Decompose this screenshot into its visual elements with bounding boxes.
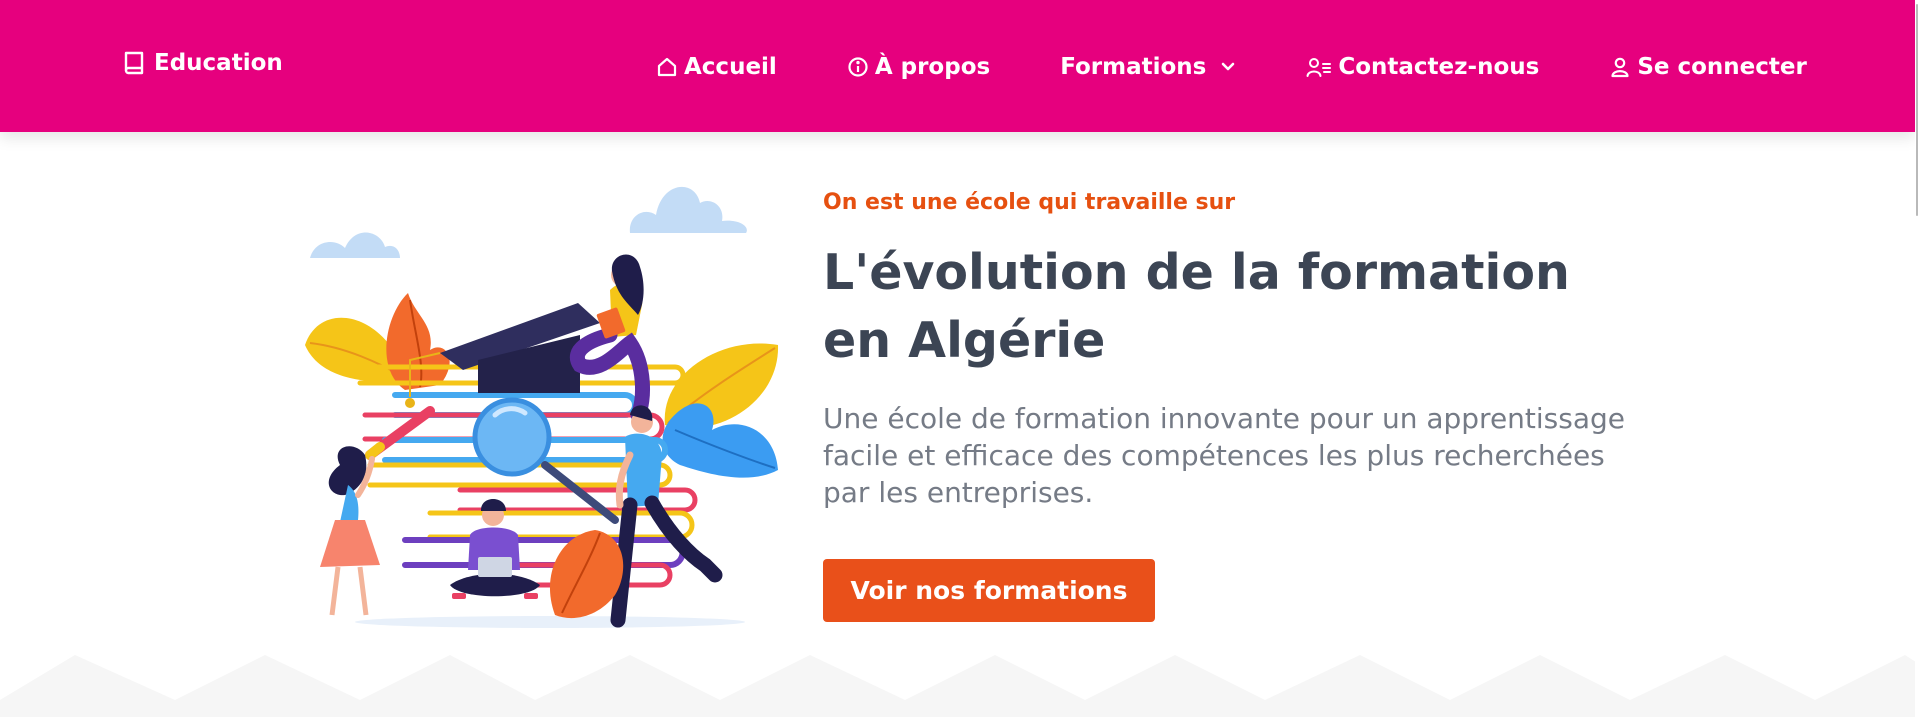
reading-woman-figure bbox=[570, 254, 650, 423]
nav-item-label: Contactez-nous bbox=[1338, 54, 1540, 80]
cloud-icon bbox=[310, 186, 747, 258]
nav-item-contact[interactable]: Contactez-nous bbox=[1306, 54, 1539, 80]
nav-item-label: À propos bbox=[874, 54, 991, 80]
zigzag-divider bbox=[0, 655, 1919, 717]
home-icon bbox=[657, 57, 677, 77]
nav-item-label: Accueil bbox=[684, 54, 777, 80]
scrollbar-thumb[interactable] bbox=[1916, 4, 1918, 216]
nav-item-formations[interactable]: Formations bbox=[1060, 54, 1236, 80]
user-icon bbox=[1611, 57, 1629, 78]
book-icon bbox=[124, 51, 144, 75]
main-nav: Accueil À propos Formations Contactez-no… bbox=[656, 50, 1807, 84]
hero-lead: Une école de formation innovante pour un… bbox=[823, 402, 1626, 509]
contact-list-icon bbox=[1306, 58, 1332, 77]
hero-text: On est une école qui travaille sur L'évo… bbox=[823, 190, 1643, 511]
chevron-down-icon bbox=[1222, 62, 1235, 71]
hero-eyebrow: On est une école qui travaille sur bbox=[823, 190, 1236, 215]
page-scrollbar[interactable] bbox=[1915, 0, 1919, 717]
hero-title: L'évolution de la formation en Algérie bbox=[823, 244, 1570, 369]
nav-item-se-connecter[interactable]: Se connecter bbox=[1609, 54, 1807, 80]
nav-item-a-propos[interactable]: À propos bbox=[847, 54, 990, 80]
nav-item-label: Formations bbox=[1060, 54, 1207, 80]
brand-link[interactable]: Education bbox=[122, 50, 283, 76]
nav-item-accueil[interactable]: Accueil bbox=[656, 54, 777, 80]
view-formations-button[interactable]: Voir nos formations bbox=[823, 559, 1155, 622]
hero-illustration bbox=[305, 186, 779, 628]
leaf-icon bbox=[386, 293, 450, 390]
nav-item-label: Se connecter bbox=[1637, 54, 1807, 80]
navbar: Education Accueil À propos Formations Co… bbox=[0, 0, 1915, 132]
page: Education Accueil À propos Formations Co… bbox=[0, 0, 1919, 717]
brand-label: Education bbox=[154, 50, 283, 76]
info-icon bbox=[848, 57, 868, 77]
